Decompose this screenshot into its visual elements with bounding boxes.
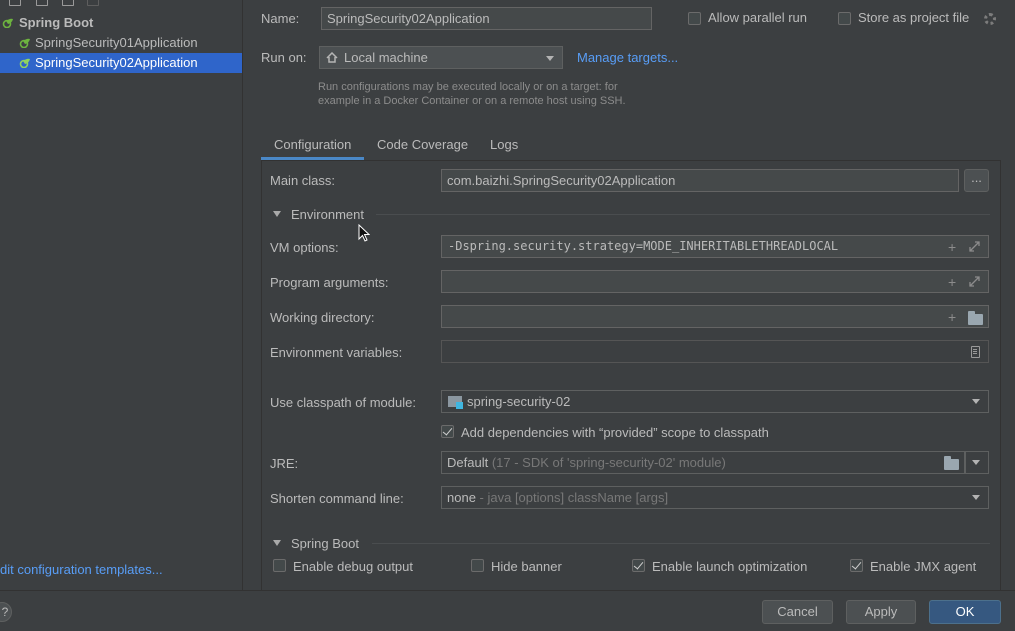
jre-value: Default [447, 455, 489, 470]
tree-toolbar [0, 0, 243, 8]
tree-item-springsecurity02[interactable]: SpringSecurity02Application [0, 53, 242, 73]
hide-banner-label: Hide banner [491, 559, 562, 574]
store-as-project-file-checkbox[interactable] [838, 12, 851, 25]
plus-icon[interactable]: + [948, 275, 956, 289]
spring-boot-icon [19, 58, 30, 68]
tab-configuration[interactable]: Configuration [274, 137, 351, 152]
enable-jmx-agent-checkbox[interactable] [850, 559, 863, 572]
enable-debug-output-label: Enable debug output [293, 559, 413, 574]
classpath-module-label: Use classpath of module: [270, 395, 416, 410]
allow-parallel-run-checkbox[interactable] [688, 12, 701, 25]
main-class-label: Main class: [270, 173, 336, 188]
gear-icon[interactable] [984, 13, 996, 25]
allow-parallel-run-label: Allow parallel run [708, 10, 807, 25]
house-icon [326, 52, 338, 63]
run-on-select[interactable]: Local machine [319, 46, 563, 69]
tab-logs[interactable]: Logs [490, 137, 518, 152]
edit-variables-icon[interactable] [971, 346, 980, 358]
jre-select[interactable]: Default (17 - SDK of 'spring-security-02… [441, 451, 965, 474]
run-on-label: Run on: [261, 50, 307, 65]
enable-debug-output-checkbox[interactable] [273, 559, 286, 572]
browse-main-class-button[interactable]: ... [964, 169, 989, 192]
chevron-down-icon [972, 460, 980, 465]
enable-launch-optimization-checkbox[interactable] [632, 559, 645, 572]
shorten-hint: - java [options] className [args] [479, 490, 669, 505]
plus-icon[interactable]: + [948, 240, 956, 254]
save-config-icon[interactable] [62, 0, 74, 6]
working-directory-label: Working directory: [270, 310, 375, 325]
configuration-tree: Spring Boot SpringSecurity01Application … [0, 0, 243, 590]
chevron-down-icon [972, 399, 980, 404]
cancel-button[interactable]: Cancel [762, 600, 833, 624]
store-as-project-file-label: Store as project file [858, 10, 970, 25]
enable-jmx-agent-label: Enable JMX agent [870, 559, 977, 574]
name-label: Name: [261, 11, 300, 26]
program-arguments-label: Program arguments: [270, 275, 389, 290]
classpath-module-select[interactable]: spring-security-02 [441, 390, 989, 413]
apply-button[interactable]: Apply [846, 600, 916, 624]
manage-targets-link[interactable]: Manage targets... [577, 50, 678, 65]
ok-button[interactable]: OK [929, 600, 1001, 624]
chevron-down-icon [546, 56, 554, 61]
section-divider [376, 214, 990, 215]
add-dependencies-checkbox[interactable] [441, 425, 454, 438]
shorten-value: none [447, 490, 476, 505]
classpath-module-value: spring-security-02 [467, 394, 571, 409]
plus-icon[interactable]: + [948, 310, 956, 324]
environment-section-label: Environment [291, 207, 364, 222]
environment-variables-input[interactable] [441, 340, 989, 363]
jre-label: JRE: [270, 456, 299, 471]
tab-code-coverage[interactable]: Code Coverage [377, 137, 468, 152]
expand-icon[interactable] [969, 276, 980, 287]
jre-hint: (17 - SDK of 'spring-security-02' module… [491, 455, 726, 470]
tree-group-label: Spring Boot [19, 15, 94, 30]
remove-icon[interactable] [9, 0, 21, 6]
module-icon [448, 396, 463, 409]
hide-banner-checkbox[interactable] [471, 559, 484, 572]
expand-icon[interactable] [969, 241, 980, 252]
program-arguments-input[interactable] [441, 270, 989, 293]
spring-boot-icon [2, 18, 13, 28]
vm-options-label: VM options: [270, 240, 339, 255]
shorten-command-line-label: Shorten command line: [270, 491, 404, 506]
tree-item-springsecurity01[interactable]: SpringSecurity01Application [0, 33, 243, 53]
add-dependencies-label: Add dependencies with “provided” scope t… [461, 425, 769, 440]
name-input[interactable]: SpringSecurity02Application [321, 7, 652, 30]
configuration-panel [261, 161, 1001, 590]
collapse-triangle-icon[interactable] [273, 211, 281, 217]
run-on-hint-line-2: example in a Docker Container or on a re… [318, 95, 626, 107]
tree-item-label: SpringSecurity01Application [35, 35, 198, 50]
spring-boot-section-label: Spring Boot [291, 536, 359, 551]
tree-group-spring-boot[interactable]: Spring Boot [0, 13, 243, 33]
copy-icon[interactable] [36, 0, 48, 6]
section-divider [372, 543, 990, 544]
mouse-cursor-icon [358, 224, 370, 242]
environment-variables-label: Environment variables: [270, 345, 403, 360]
shorten-command-line-select[interactable]: none - java [options] className [args] [441, 486, 989, 509]
run-on-value: Local machine [344, 50, 428, 65]
folder-icon[interactable] [968, 311, 983, 325]
spring-boot-icon [19, 38, 30, 48]
collapse-triangle-icon[interactable] [273, 540, 281, 546]
edit-configuration-templates-link[interactable]: dit configuration templates... [0, 562, 163, 577]
vm-options-input[interactable]: -Dspring.security.strategy=MODE_INHERITA… [441, 235, 989, 258]
run-on-hint-line-1: Run configurations may be executed local… [318, 81, 618, 93]
main-class-input[interactable]: com.baizhi.SpringSecurity02Application [441, 169, 959, 192]
sort-icon[interactable] [87, 0, 99, 6]
folder-icon[interactable] [944, 456, 959, 470]
chevron-down-icon [972, 495, 980, 500]
working-directory-input[interactable] [441, 305, 989, 328]
enable-launch-optimization-label: Enable launch optimization [652, 559, 808, 574]
tree-item-label: SpringSecurity02Application [35, 55, 198, 70]
